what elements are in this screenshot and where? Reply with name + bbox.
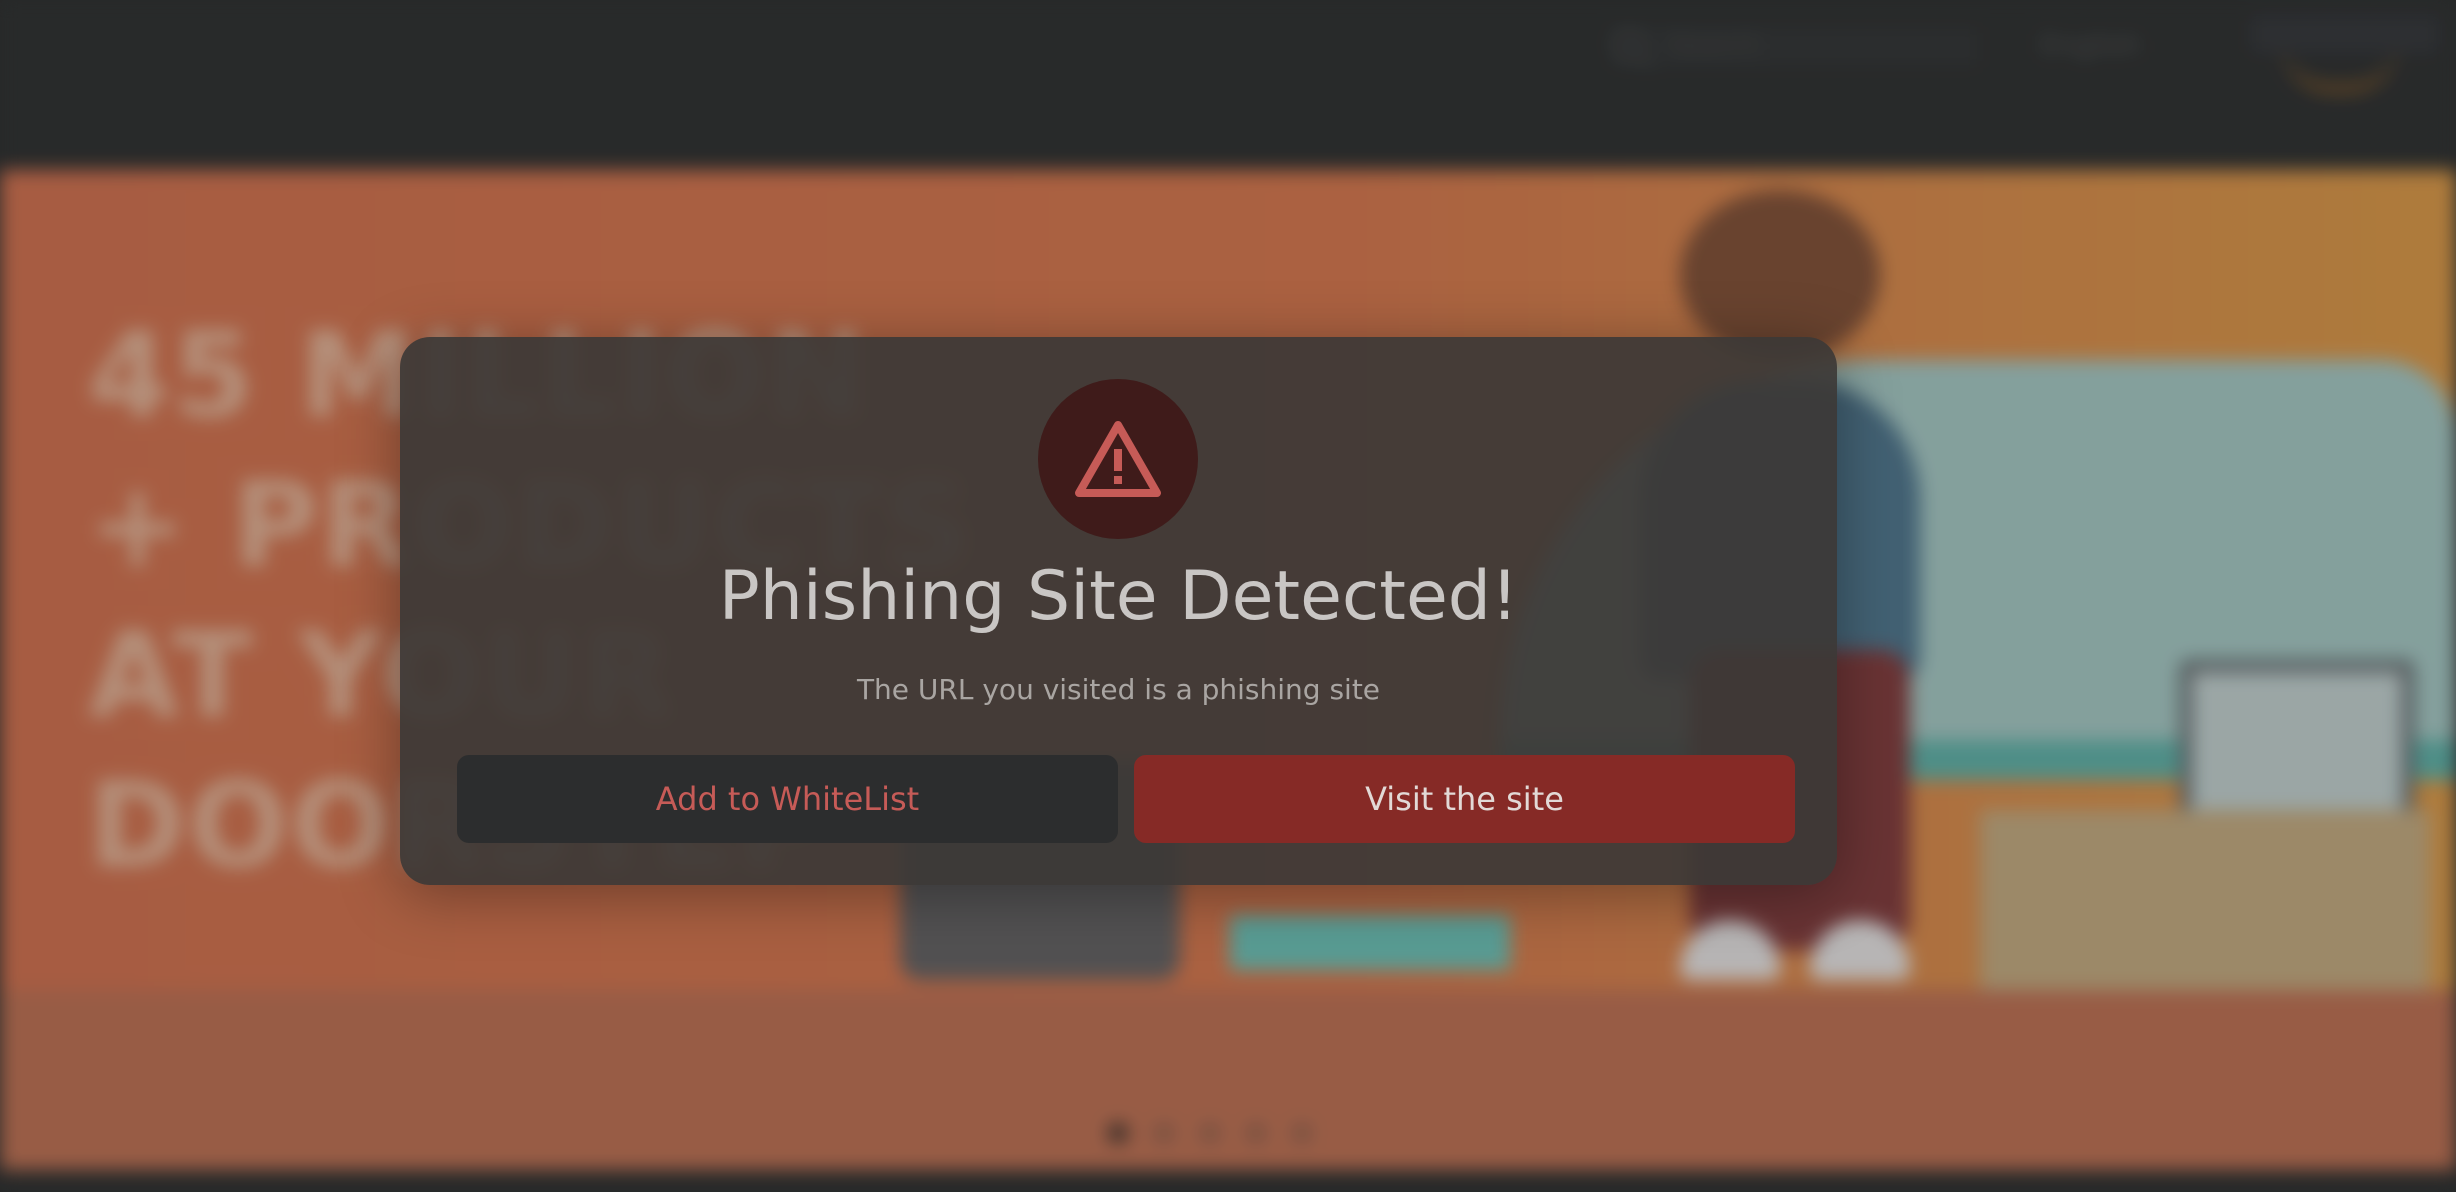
page: Search English 45 MILLION + PRODUCTS AT …: [0, 0, 2456, 1192]
visit-site-button[interactable]: Visit the site: [1134, 755, 1795, 843]
dialog-message: The URL you visited is a phishing site: [856, 673, 1381, 706]
phishing-alert-dialog: Phishing Site Detected! The URL you visi…: [400, 337, 1837, 885]
warning-triangle-icon: [1075, 421, 1161, 497]
add-to-whitelist-button[interactable]: Add to WhiteList: [457, 755, 1118, 843]
warning-icon-badge: [1038, 379, 1198, 539]
dialog-title: Phishing Site Detected!: [718, 557, 1519, 636]
